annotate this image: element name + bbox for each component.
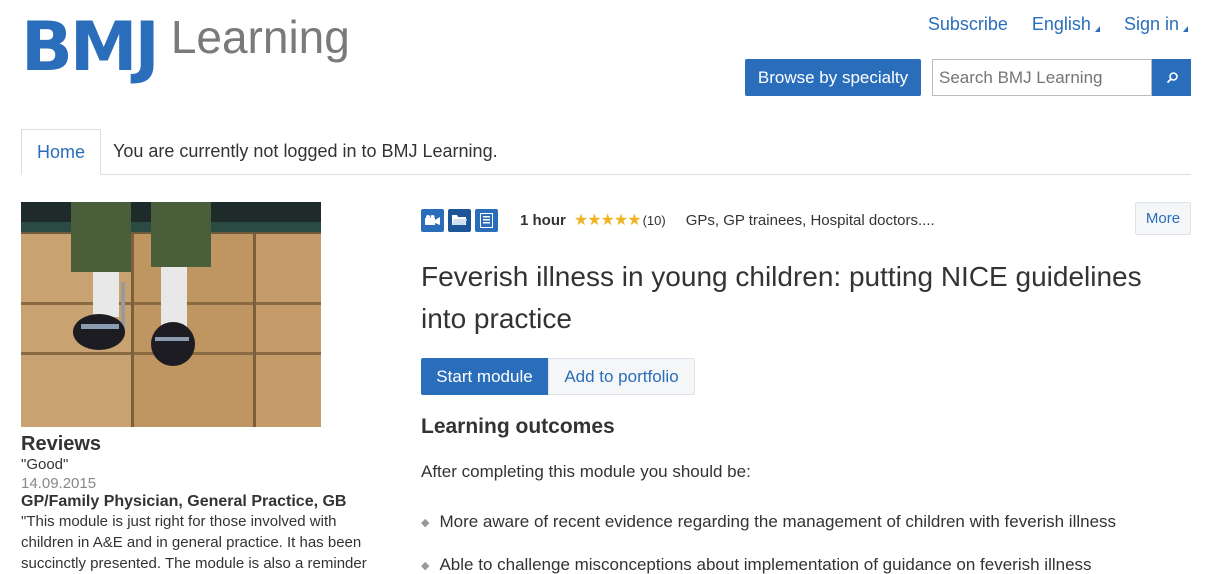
module-duration: 1 hour <box>520 211 566 229</box>
review-author: GP/Family Physician, General Practice, G… <box>21 493 347 510</box>
review-text: "This module is just right for those inv… <box>21 513 367 572</box>
learning-outcomes-intro: After completing this module you should … <box>421 462 751 481</box>
dropdown-caret-icon <box>1183 26 1188 32</box>
start-module-button[interactable]: Start module <box>421 358 548 395</box>
review-date: 14.09.2015 <box>21 475 97 492</box>
learning-outcomes-list: ◆ More aware of recent evidence regarding… <box>421 512 1116 574</box>
diamond-bullet-icon: ◆ <box>421 517 430 529</box>
module-meta-row: 1 hour ★★★★★ (10) GPs, GP trainees, Hosp… <box>421 207 1191 233</box>
document-icon <box>475 208 498 232</box>
top-links: Subscribe English Sign in <box>928 14 1188 35</box>
search-icon <box>1166 71 1178 83</box>
learning-outcomes-heading: Learning outcomes <box>421 415 615 438</box>
logo-bmj-text: BMJ <box>21 8 160 87</box>
tab-bar: Home You are currently not logged in to … <box>21 129 1191 175</box>
bmj-learning-logo[interactable]: BMJ Learning <box>21 14 350 82</box>
more-button[interactable]: More <box>1135 202 1191 235</box>
search-input[interactable] <box>932 59 1152 96</box>
dropdown-caret-icon <box>1094 26 1100 32</box>
sign-in-dropdown[interactable]: Sign in <box>1124 14 1188 35</box>
diamond-bullet-icon: ◆ <box>421 560 430 572</box>
folder-icon <box>448 208 471 232</box>
subscribe-link[interactable]: Subscribe <box>928 14 1008 35</box>
rating-stars: ★★★★★ <box>573 212 642 229</box>
video-icon <box>421 208 444 232</box>
reviews-section: Reviews "Good" 14.09.2015 GP/Family Phys… <box>21 433 386 574</box>
review-quote: "Good" <box>21 456 69 473</box>
target-audience: GPs, GP trainees, Hospital doctors.... <box>685 211 935 229</box>
module-hero-image <box>21 202 321 427</box>
language-dropdown[interactable]: English <box>1032 14 1100 35</box>
rating-count: (10) <box>642 212 666 228</box>
add-to-portfolio-button[interactable]: Add to portfolio <box>548 358 695 395</box>
browse-by-specialty-button[interactable]: Browse by specialty <box>745 59 921 96</box>
search-button[interactable] <box>1152 59 1191 96</box>
tab-home[interactable]: Home <box>21 129 101 175</box>
reviews-heading: Reviews <box>21 433 102 455</box>
module-title: Feverish illness in young children: putt… <box>421 261 1142 334</box>
login-status-message: You are currently not logged in to BMJ L… <box>113 141 498 161</box>
list-item: ◆ Able to challenge misconceptions about … <box>421 555 1092 574</box>
list-item: ◆ More aware of recent evidence regarding… <box>421 512 1117 531</box>
logo-learning-text: Learning <box>170 11 350 63</box>
